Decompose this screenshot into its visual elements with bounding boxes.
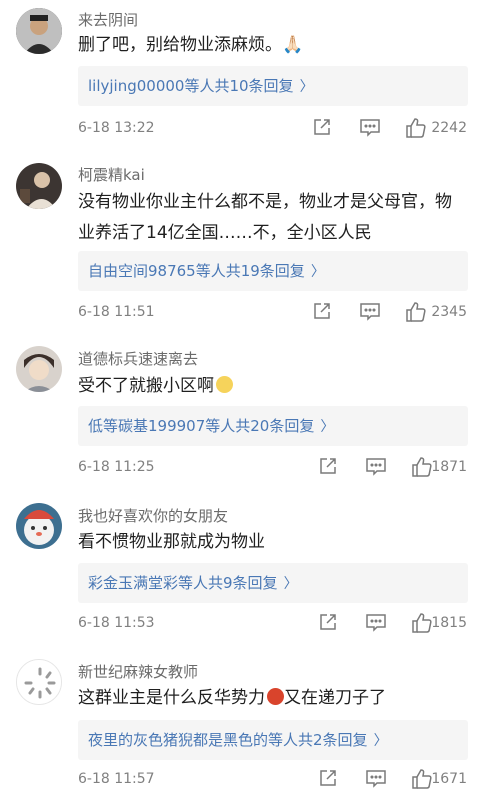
share-icon[interactable]: [318, 456, 338, 476]
chevron-right-icon: 〉: [310, 264, 325, 280]
comment-icon[interactable]: [365, 768, 387, 788]
reply-users[interactable]: 低等碳基199907等人: [88, 417, 235, 435]
share-icon[interactable]: [318, 768, 338, 788]
comment-text: 受不了就搬小区啊: [78, 371, 467, 402]
reply-users[interactable]: 彩金玉满堂彩等人: [88, 574, 208, 592]
timestamp: 6-18 11:25: [78, 459, 155, 475]
reply-users[interactable]: lilyjing00000等人: [88, 77, 214, 95]
comment-icon[interactable]: [365, 456, 387, 476]
like-icon[interactable]: [405, 301, 427, 323]
like-count: 1815: [431, 615, 467, 631]
comment-text-part: 又在递刀子了: [284, 688, 386, 708]
username[interactable]: 来去阴间: [78, 9, 138, 30]
meta-row: 6-18 11:57 1671: [78, 768, 467, 792]
timestamp: 6-18 11:53: [78, 615, 155, 631]
like-count: 1671: [431, 771, 467, 787]
username[interactable]: 柯震精kai: [78, 164, 145, 185]
share-icon[interactable]: [318, 612, 338, 632]
replies-summary[interactable]: 彩金玉满堂彩等人共9条回复〉: [78, 563, 468, 603]
meta-row: 6-18 11:53 1815: [78, 612, 467, 636]
chevron-right-icon: 〉: [320, 419, 335, 435]
avatar[interactable]: [16, 163, 62, 209]
comment-icon[interactable]: [359, 301, 381, 321]
comment-text: 没有物业你业主什么都不是，物业才是父母官，物业养活了14亿全国……不，全小区人民: [78, 192, 452, 243]
chevron-right-icon: 〉: [373, 733, 388, 749]
comment-text-part: 这群业主是什么反华势力: [78, 688, 265, 708]
meta-row: 6-18 11:51 2345: [78, 301, 467, 325]
replies-summary[interactable]: 自由空间98765等人共19条回复〉: [78, 251, 468, 291]
username[interactable]: 我也好喜欢你的女朋友: [78, 505, 228, 526]
timestamp: 6-18 11:51: [78, 304, 155, 320]
replies-summary[interactable]: lilyjing00000等人共10条回复〉: [78, 66, 468, 106]
like-count: 1871: [431, 459, 467, 475]
reply-count[interactable]: 共19条回复: [226, 262, 305, 280]
reply-count[interactable]: 共10条回复: [214, 77, 293, 95]
comment-text: 删了吧，别给物业添麻烦。🙏🏻: [78, 35, 304, 55]
username[interactable]: 道德标兵速速离去: [78, 348, 198, 369]
avatar[interactable]: [16, 659, 62, 705]
like-icon[interactable]: [405, 117, 427, 139]
comment-text: 看不惯物业那就成为物业: [78, 532, 265, 552]
username[interactable]: 新世纪麻辣女教师: [78, 661, 198, 682]
angry-face-icon: [267, 688, 284, 705]
yawning-face-icon: [216, 376, 233, 393]
reply-users[interactable]: 夜里的灰色猪猊都是黑色的等人: [88, 731, 298, 749]
comment-icon[interactable]: [359, 117, 381, 137]
reply-count[interactable]: 共2条回复: [298, 731, 368, 749]
timestamp: 6-18 13:22: [78, 120, 155, 136]
like-icon[interactable]: [411, 612, 433, 634]
reply-count[interactable]: 共20条回复: [235, 417, 314, 435]
comment-text-content: 受不了就搬小区啊: [78, 376, 214, 396]
replies-summary[interactable]: 夜里的灰色猪猊都是黑色的等人共2条回复〉: [78, 720, 468, 760]
meta-row: 6-18 13:22 2242: [78, 117, 467, 141]
avatar[interactable]: [16, 8, 62, 54]
comment-text: 这群业主是什么反华势力 又在递刀子了: [78, 683, 467, 714]
comment-icon[interactable]: [365, 612, 387, 632]
like-count: 2242: [431, 120, 467, 136]
replies-summary[interactable]: 低等碳基199907等人共20条回复〉: [78, 406, 468, 446]
meta-row: 6-18 11:25 1871: [78, 456, 467, 480]
share-icon[interactable]: [312, 301, 332, 321]
chevron-right-icon: 〉: [299, 79, 314, 95]
avatar[interactable]: [16, 346, 62, 392]
like-icon[interactable]: [411, 456, 433, 478]
reply-users[interactable]: 自由空间98765等人: [88, 262, 226, 280]
reply-count[interactable]: 共9条回复: [208, 574, 278, 592]
timestamp: 6-18 11:57: [78, 771, 155, 787]
like-icon[interactable]: [411, 768, 433, 790]
avatar[interactable]: [16, 503, 62, 549]
like-count: 2345: [431, 304, 467, 320]
chevron-right-icon: 〉: [283, 576, 298, 592]
share-icon[interactable]: [312, 117, 332, 137]
